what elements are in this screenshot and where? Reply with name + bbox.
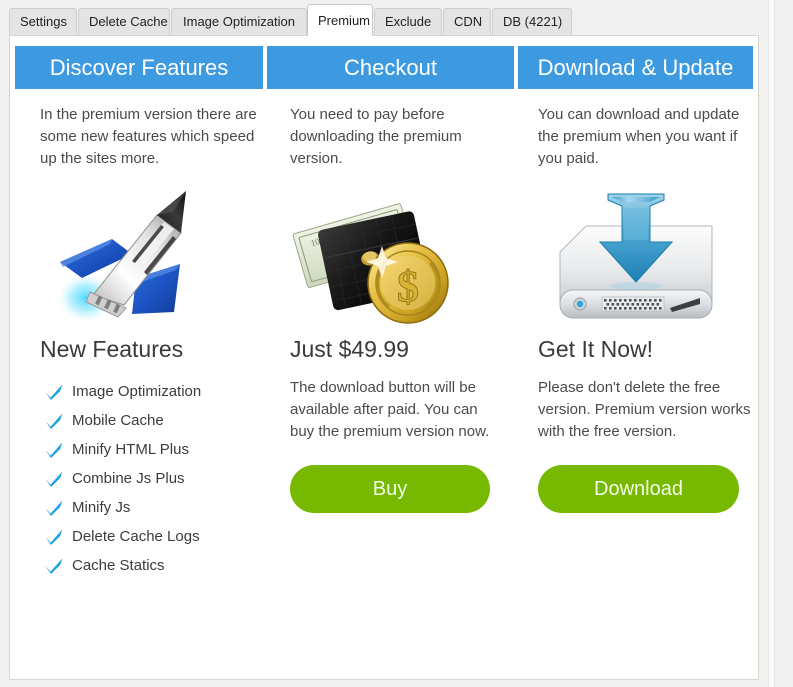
list-item: Combine Js Plus	[40, 464, 265, 493]
discover-description: In the premium version there are some ne…	[40, 106, 257, 167]
feature-label: Mobile Cache	[72, 412, 164, 429]
tab-premium[interactable]: Premium	[307, 4, 373, 36]
banner-download-update: Download & Update	[518, 46, 753, 89]
feature-label: Minify Js	[72, 499, 131, 516]
list-item: Image Optimization	[40, 377, 265, 406]
feature-list: Image Optimization Mobile Cache Minify H…	[40, 377, 265, 580]
list-item: Delete Cache Logs	[40, 522, 265, 551]
list-item: Minify Js	[40, 493, 265, 522]
rocket-icon	[58, 191, 186, 322]
premium-panel: Discover Features Checkout Download & Up…	[9, 35, 759, 680]
banner-discover-features: Discover Features	[15, 46, 263, 89]
column-discover-features: In the premium version there are some ne…	[40, 104, 265, 580]
list-item: Minify HTML Plus	[40, 435, 265, 464]
feature-label: Minify HTML Plus	[72, 441, 189, 458]
download-button[interactable]: Download	[538, 465, 739, 513]
svg-text:$: $	[397, 262, 419, 311]
buy-button[interactable]: Buy	[290, 465, 490, 513]
scrollbar-gutter[interactable]	[768, 0, 775, 687]
drive-vents	[601, 296, 665, 312]
hard-drive-download-icon-container	[538, 186, 756, 336]
check-icon	[45, 471, 63, 487]
check-icon	[45, 500, 63, 516]
wallet-money-icon: 100 100	[292, 203, 449, 324]
discover-heading: New Features	[40, 336, 184, 362]
tab-settings[interactable]: Settings	[9, 8, 77, 36]
column-checkout: You need to pay before downloading the p…	[290, 104, 505, 513]
checkout-body: The download button will be available af…	[290, 379, 490, 440]
download-body: Please don't delete the free version. Pr…	[538, 379, 751, 440]
column-download-update: You can download and update the premium …	[538, 104, 756, 513]
feature-label: Image Optimization	[72, 383, 202, 400]
list-item: Mobile Cache	[40, 406, 265, 435]
list-item: Cache Statics	[40, 551, 265, 580]
tab-bar: Settings Delete Cache Image Optimization…	[0, 0, 793, 36]
banner-checkout: Checkout	[267, 46, 514, 89]
check-icon	[45, 558, 63, 574]
feature-label: Delete Cache Logs	[72, 528, 200, 545]
tab-db[interactable]: DB (4221)	[492, 8, 572, 36]
checkout-heading: Just $49.99	[290, 336, 409, 362]
download-heading: Get It Now!	[538, 336, 654, 362]
tab-cdn[interactable]: CDN	[443, 8, 491, 36]
check-icon	[45, 384, 63, 400]
wallet-money-icon-container: 100 100	[290, 186, 505, 336]
checkout-description: You need to pay before downloading the p…	[290, 106, 462, 167]
check-icon	[45, 442, 63, 458]
tab-image-optimization[interactable]: Image Optimization	[171, 8, 307, 36]
hard-drive-download-icon	[559, 193, 713, 319]
panel-edge-shadow	[760, 35, 765, 680]
check-icon	[45, 529, 63, 545]
feature-label: Cache Statics	[72, 557, 165, 574]
tab-exclude[interactable]: Exclude	[374, 8, 442, 36]
check-icon	[45, 413, 63, 429]
rocket-icon-container	[40, 186, 265, 336]
feature-label: Combine Js Plus	[72, 470, 185, 487]
download-description: You can download and update the premium …	[538, 106, 740, 167]
tab-delete-cache[interactable]: Delete Cache	[78, 8, 170, 36]
banner-row: Discover Features Checkout Download & Up…	[15, 46, 753, 89]
